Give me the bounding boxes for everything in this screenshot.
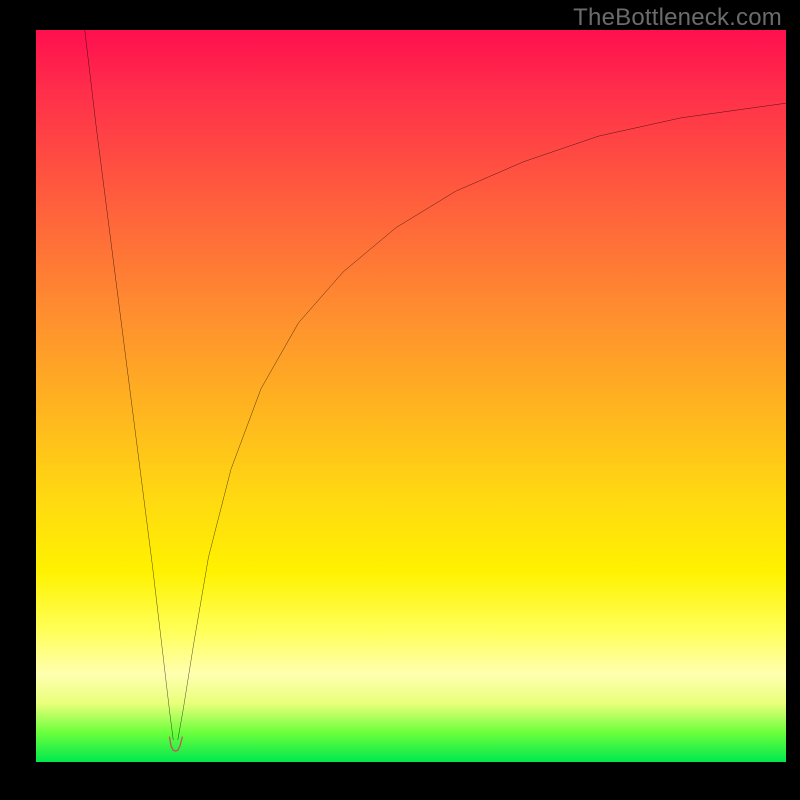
chart-frame: TheBottleneck.com	[0, 0, 800, 800]
curve-right-branch	[178, 103, 786, 740]
plot-area	[36, 30, 786, 762]
curve-left-branch	[85, 30, 174, 740]
watermark-text: TheBottleneck.com	[573, 4, 782, 32]
curve-layer	[36, 30, 786, 762]
dip-marker	[170, 737, 183, 751]
